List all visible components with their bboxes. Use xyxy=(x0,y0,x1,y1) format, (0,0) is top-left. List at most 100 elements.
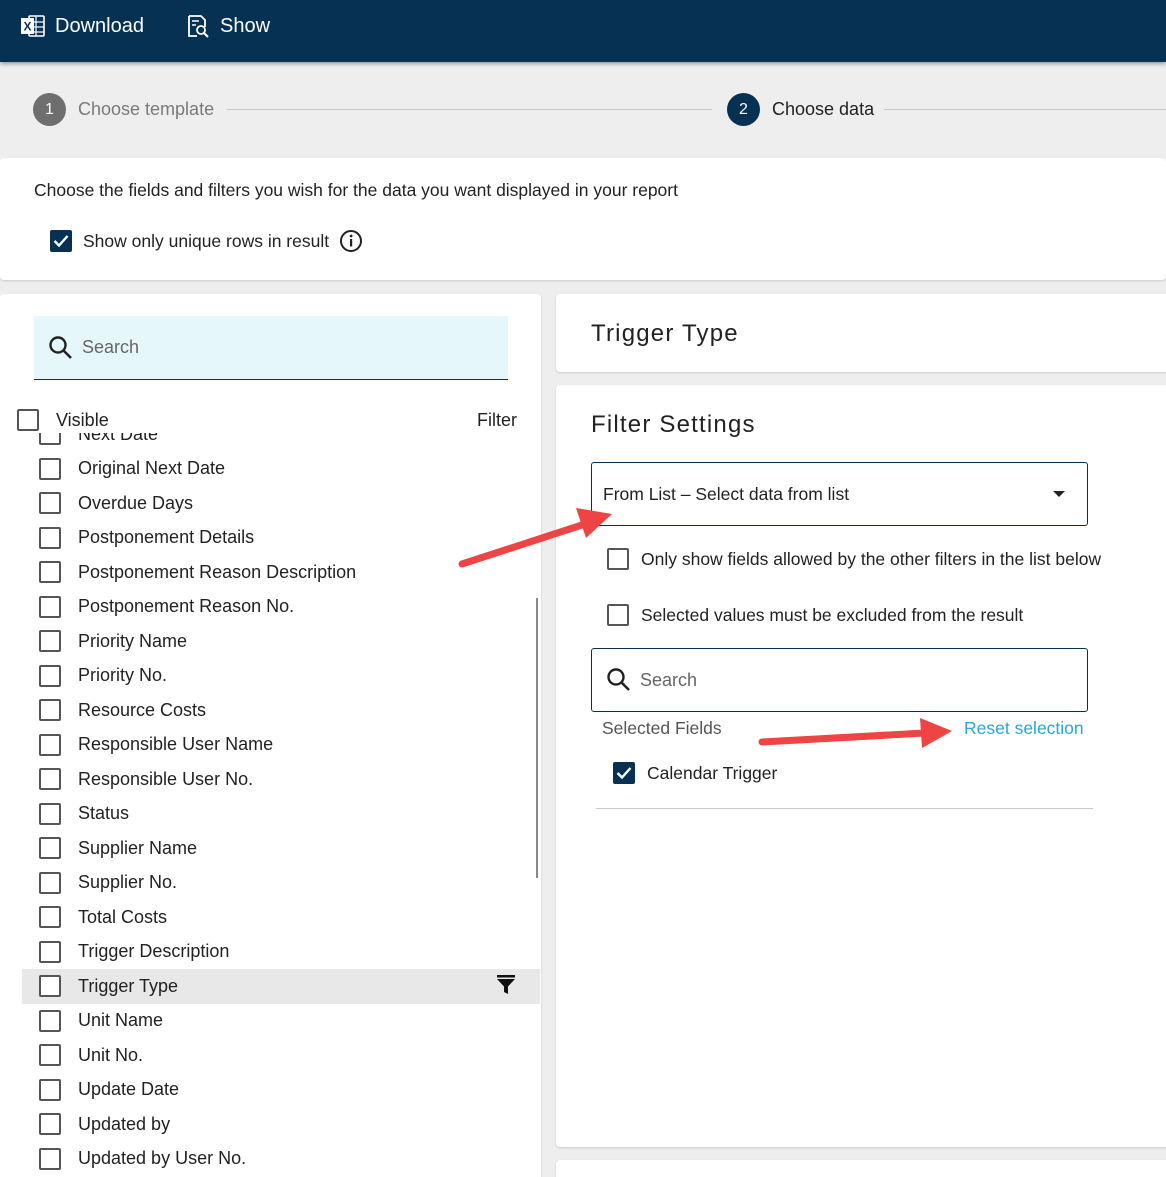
field-label: Overdue Days xyxy=(78,492,194,513)
field-row[interactable]: Unit Name xyxy=(22,1004,540,1039)
preview-document-icon xyxy=(188,15,209,38)
field-visible-checkbox[interactable] xyxy=(39,457,61,480)
field-row[interactable]: Trigger Type xyxy=(22,969,540,1004)
field-visible-checkbox[interactable] xyxy=(39,664,61,687)
download-button[interactable]: X Download xyxy=(20,0,144,52)
filter-header: Filter xyxy=(477,409,517,430)
show-button[interactable]: Show xyxy=(186,0,270,52)
exclude-option[interactable]: Selected values must be excluded from th… xyxy=(607,604,1023,626)
field-visible-checkbox[interactable] xyxy=(39,1147,61,1170)
search-icon xyxy=(607,668,630,691)
field-label: Resource Costs xyxy=(78,699,207,720)
field-label: Supplier No. xyxy=(78,872,178,893)
filter-settings-card: Filter Settings From List – Select data … xyxy=(556,385,1166,1147)
field-row[interactable]: Resource Costs xyxy=(22,693,540,728)
field-visible-checkbox[interactable] xyxy=(39,871,61,894)
field-row[interactable]: Updated by User No. xyxy=(22,1142,540,1177)
next-card xyxy=(556,1160,1166,1177)
svg-text:X: X xyxy=(23,20,31,34)
exclude-checkbox[interactable] xyxy=(607,604,629,626)
field-row[interactable]: Postponement Reason Description xyxy=(22,555,540,590)
field-visible-checkbox[interactable] xyxy=(39,802,61,825)
select-all-checkbox[interactable] xyxy=(17,409,39,431)
field-list-scrollbar[interactable] xyxy=(536,598,538,878)
step-choose-template[interactable]: 1 Choose template xyxy=(33,93,214,126)
exclude-label: Selected values must be excluded from th… xyxy=(641,604,1024,625)
field-label: Updated by User No. xyxy=(78,1148,247,1169)
field-visible-checkbox[interactable] xyxy=(39,595,61,618)
field-row[interactable]: Responsible User No. xyxy=(22,762,540,797)
field-search-input[interactable]: Search xyxy=(34,316,508,380)
selected-value-label: Calendar Trigger xyxy=(647,762,778,783)
unique-rows-checkbox[interactable] xyxy=(50,230,72,252)
unique-rows-option[interactable]: Show only unique rows in result xyxy=(50,229,363,253)
stepper-connector xyxy=(884,109,1166,110)
excel-icon: X xyxy=(21,15,45,37)
field-visible-checkbox[interactable] xyxy=(39,1044,61,1067)
field-visible-checkbox[interactable] xyxy=(39,906,61,929)
only-allowed-option[interactable]: Only show fields allowed by the other fi… xyxy=(607,548,1101,570)
field-visible-checkbox[interactable] xyxy=(39,1078,61,1101)
field-row[interactable]: Priority Name xyxy=(22,624,540,659)
selected-value-checkbox[interactable] xyxy=(613,762,635,784)
step-choose-data[interactable]: 2 Choose data xyxy=(727,93,874,126)
field-visible-checkbox[interactable] xyxy=(39,630,61,653)
field-label: Postponement Reason No. xyxy=(78,596,295,617)
field-row[interactable]: Original Next Date xyxy=(22,452,540,487)
top-toolbar: X Download Show xyxy=(0,0,1166,62)
field-title-card: Trigger Type xyxy=(556,294,1166,372)
field-row[interactable]: Priority No. xyxy=(22,659,540,694)
field-label: Updated by xyxy=(78,1113,171,1134)
field-row[interactable]: Supplier No. xyxy=(22,866,540,901)
step-label: Choose data xyxy=(772,99,875,119)
field-label: Unit Name xyxy=(78,1010,164,1031)
field-row[interactable]: Status xyxy=(22,797,540,832)
divider xyxy=(596,808,1093,809)
field-visible-checkbox[interactable] xyxy=(39,1113,61,1136)
field-visible-checkbox[interactable] xyxy=(39,561,61,584)
field-row[interactable]: Updated by xyxy=(22,1107,540,1142)
field-visible-checkbox[interactable] xyxy=(39,768,61,791)
intro-text: Choose the fields and filters you wish f… xyxy=(34,180,678,200)
field-row[interactable]: Postponement Details xyxy=(22,521,540,556)
field-label: Original Next Date xyxy=(78,458,226,479)
field-label: Responsible User No. xyxy=(78,768,254,789)
filter-mode-value: From List – Select data from list xyxy=(603,483,850,504)
only-allowed-checkbox[interactable] xyxy=(607,548,629,570)
field-row[interactable]: Unit No. xyxy=(22,1038,540,1073)
reset-selection-link[interactable]: Reset selection xyxy=(964,718,1084,739)
selected-fields-label: Selected Fields xyxy=(602,718,722,738)
field-title: Trigger Type xyxy=(591,320,739,347)
visible-header: Visible xyxy=(56,409,109,430)
filter-settings-title: Filter Settings xyxy=(591,411,756,438)
field-row[interactable]: Total Costs xyxy=(22,900,540,935)
field-visible-checkbox[interactable] xyxy=(39,492,61,515)
filter-funnel-icon[interactable] xyxy=(497,975,515,995)
field-list[interactable]: Next Date Original Next Date Overdue Days P… xyxy=(22,433,540,1177)
field-visible-checkbox[interactable] xyxy=(39,733,61,756)
filter-mode-select[interactable]: From List – Select data from list xyxy=(591,462,1088,526)
field-visible-checkbox[interactable] xyxy=(39,526,61,549)
field-row[interactable]: Supplier Name xyxy=(22,831,540,866)
dropdown-caret-icon xyxy=(1053,491,1065,497)
field-visible-checkbox[interactable] xyxy=(39,699,61,722)
field-list-panel: Search Visible Filter Next Date Original … xyxy=(0,294,541,1177)
field-visible-checkbox[interactable] xyxy=(39,837,61,860)
field-row[interactable]: Next Date xyxy=(22,433,540,452)
field-row[interactable]: Postponement Reason No. xyxy=(22,590,540,625)
field-visible-checkbox[interactable] xyxy=(39,975,61,998)
field-row[interactable]: Responsible User Name xyxy=(22,728,540,763)
field-label: Status xyxy=(78,803,130,824)
info-icon[interactable] xyxy=(339,229,363,253)
value-search-input[interactable]: Search xyxy=(591,648,1088,712)
field-row[interactable]: Trigger Description xyxy=(22,935,540,970)
field-visible-checkbox[interactable] xyxy=(39,433,61,446)
field-label: Priority Name xyxy=(78,630,188,651)
selected-value-item[interactable]: Calendar Trigger xyxy=(613,762,777,784)
stepper-connector xyxy=(227,109,712,110)
field-row[interactable]: Update Date xyxy=(22,1073,540,1108)
intro-card: Choose the fields and filters you wish f… xyxy=(0,158,1166,280)
field-visible-checkbox[interactable] xyxy=(39,1009,61,1032)
field-row[interactable]: Overdue Days xyxy=(22,486,540,521)
field-visible-checkbox[interactable] xyxy=(39,940,61,963)
